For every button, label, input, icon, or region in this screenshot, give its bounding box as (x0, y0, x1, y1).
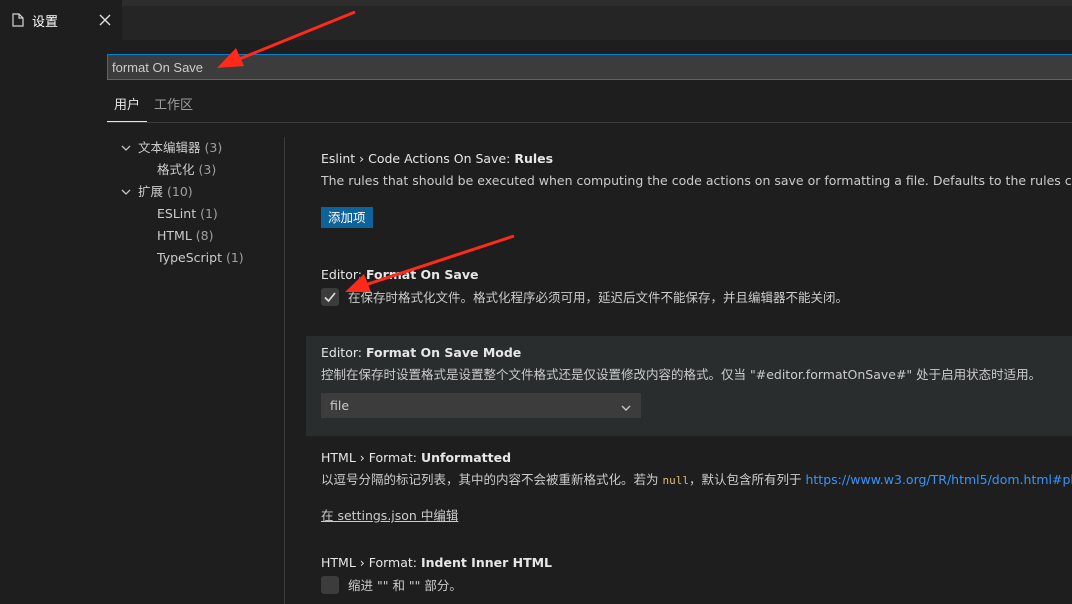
setting-eslint-code-actions-rules: Eslint › Code Actions On Save: Rules The… (306, 142, 1072, 242)
toc-item-text-editor[interactable]: 文本编辑器 (3) (107, 137, 283, 159)
toc-item-count: (10) (167, 184, 193, 199)
checkbox-row: 缩进 "" 和 "" 部分。 (321, 575, 1072, 594)
setting-description: The rules that should be executed when c… (321, 173, 1072, 188)
toc-item-html[interactable]: HTML (8) (107, 225, 283, 247)
toc-item-extensions[interactable]: 扩展 (10) (107, 181, 283, 203)
tab-user[interactable]: 用户 (107, 94, 148, 122)
edit-in-settings-json-link[interactable]: 在 settings.json 中编辑 (321, 505, 1072, 524)
toc-item-count: (3) (204, 140, 223, 155)
setting-title: HTML › Format: Indent Inner HTML (321, 555, 553, 570)
setting-description: 以逗号分隔的标记列表，其中的内容不会被重新格式化。若为 null，默认包含所有列… (321, 472, 1072, 487)
scope-tabs: 用户 工作区 (107, 94, 200, 122)
select-value: file (330, 398, 350, 413)
toc-item-label: HTML (157, 228, 192, 243)
tab-bar: 设置 (0, 0, 1072, 40)
toc-item-count: (8) (195, 228, 214, 243)
setting-description: 控制在保存时设置格式是设置整个文件格式还是仅设置修改内容的格式。仅当 "#edi… (321, 367, 1042, 382)
checkbox-label: 在保存时格式化文件。格式化程序必须可用，延迟后文件不能保存，并且编辑器不能关闭。 (348, 290, 849, 305)
add-item-button[interactable]: 添加项 (321, 207, 373, 228)
tab-settings[interactable]: 设置 (0, 0, 122, 40)
setting-editor-format-on-save-mode: Editor: Format On Save Mode 控制在保存时设置格式是设… (306, 336, 1072, 436)
toc-item-count: (1) (225, 250, 244, 265)
tab-bar-empty (122, 0, 1072, 40)
toc-item-count: (1) (200, 206, 218, 221)
toc-divider (284, 137, 285, 604)
format-on-save-checkbox[interactable] (321, 287, 339, 306)
chevron-down-icon (119, 141, 133, 155)
checkbox-row: 在保存时格式化文件。格式化程序必须可用，延迟后文件不能保存，并且编辑器不能关闭。 (321, 287, 1072, 306)
check-icon (324, 291, 336, 302)
indent-inner-html-checkbox[interactable] (321, 575, 339, 594)
toc-item-label: ESLint (157, 206, 197, 221)
toc-item-formatting[interactable]: 格式化 (3) (107, 159, 283, 181)
toc-item-label: 格式化 (157, 162, 195, 177)
chevron-down-icon (119, 185, 133, 199)
toc-item-eslint[interactable]: ESLint (1) (107, 203, 283, 225)
chevron-down-icon (619, 399, 633, 413)
file-icon (12, 13, 24, 27)
scope-divider (107, 122, 1072, 123)
tab-workspace[interactable]: 工作区 (147, 94, 200, 122)
setting-title: HTML › Format: Unformatted (321, 450, 512, 465)
settings-search-box[interactable] (107, 54, 1072, 80)
setting-title: Editor: Format On Save (321, 267, 479, 282)
checkbox-label: 缩进 "" 和 "" 部分。 (348, 578, 462, 593)
setting-title: Editor: Format On Save Mode (321, 345, 522, 360)
setting-html-format-unformatted: HTML › Format: Unformatted 以逗号分隔的标记列表，其中… (306, 441, 1072, 541)
setting-editor-format-on-save: Editor: Format On Save 在保存时格式化文件。格式化程序必须… (306, 258, 1072, 322)
spec-link[interactable]: https://www.w3.org/TR/html5/dom.html#pl (805, 472, 1072, 487)
toc-item-typescript[interactable]: TypeScript (1) (107, 247, 283, 269)
tab-title: 设置 (32, 14, 59, 30)
toc-item-label: 文本编辑器 (138, 140, 201, 155)
settings-toc: 文本编辑器 (3) 格式化 (3) 扩展 (10) ESLint (1) HTML (8)… (107, 137, 283, 269)
format-on-save-mode-select[interactable]: file (321, 393, 641, 418)
toc-item-label: 扩展 (138, 184, 164, 199)
inline-code: null (662, 474, 689, 487)
setting-title: Eslint › Code Actions On Save: Rules (321, 151, 554, 166)
toc-item-label: TypeScript (157, 250, 222, 265)
search-input[interactable] (108, 55, 1072, 79)
close-icon[interactable] (98, 13, 112, 27)
setting-html-format-indent-inner-html: HTML › Format: Indent Inner HTML 缩进 "" 和… (306, 546, 1072, 604)
toc-item-count: (3) (198, 162, 217, 177)
